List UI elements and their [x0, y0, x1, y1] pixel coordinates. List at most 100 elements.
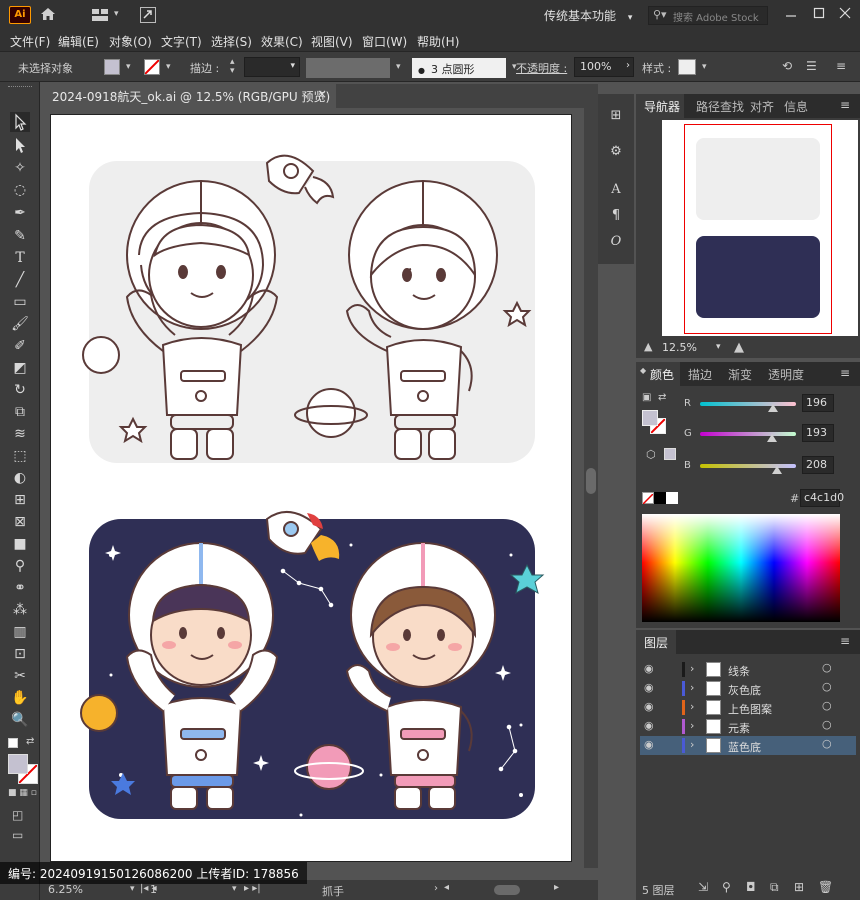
lasso-tool-icon[interactable]: ◌ — [10, 180, 30, 200]
menu-type[interactable]: 文字(T) — [161, 33, 202, 50]
search-input[interactable]: 搜索 Adobe Stock — [673, 9, 759, 24]
chevron-right-icon[interactable]: › — [690, 662, 694, 675]
fill-swatch[interactable] — [104, 59, 120, 75]
tab-color[interactable]: 颜色 — [650, 366, 674, 383]
panel-menu-icon[interactable]: ≡ — [840, 98, 850, 112]
share-icon[interactable] — [140, 7, 156, 23]
new-layer-icon[interactable]: ⊞ — [794, 880, 804, 894]
menu-object[interactable]: 对象(O) — [109, 33, 152, 50]
tab-transparency[interactable]: 透明度 — [768, 366, 804, 383]
tab-navigator[interactable]: 导航器 — [644, 98, 680, 115]
layer-row[interactable]: ◉ › 上色图案 ○ — [640, 698, 856, 717]
tab-align[interactable]: 对齐 — [750, 98, 774, 115]
toolbox-grip[interactable] — [8, 86, 32, 89]
zoom-level[interactable]: 6.25% — [48, 883, 83, 896]
eyedropper-tool-icon[interactable]: ⚲ — [10, 556, 30, 576]
minimize-button[interactable] — [784, 6, 798, 20]
layer-row[interactable]: ◉ › 元素 ○ — [640, 717, 856, 736]
menu-select[interactable]: 选择(S) — [211, 33, 252, 50]
expand-icon[interactable]: ◆ — [640, 366, 646, 375]
canvas[interactable] — [40, 108, 584, 864]
properties-icon[interactable]: ⚙ — [608, 144, 624, 160]
layer-name[interactable]: 线条 — [728, 663, 750, 679]
toolbox-fill-swatch[interactable] — [8, 754, 28, 774]
libraries-icon[interactable]: ⊞ — [608, 108, 624, 124]
scale-tool-icon[interactable]: ⧉ — [10, 402, 30, 422]
red-slider-knob[interactable] — [768, 404, 778, 412]
chevron-down-icon[interactable]: ▾ — [166, 62, 171, 72]
menu-window[interactable]: 窗口(W) — [362, 33, 407, 50]
target-icon[interactable]: ○ — [822, 718, 832, 731]
vertical-scrollbar[interactable] — [584, 108, 598, 868]
layer-row[interactable]: ◉ › 蓝色底 ○ — [640, 736, 856, 755]
zoom-tool-icon[interactable]: 🔍 — [10, 710, 30, 730]
hex-field[interactable]: c4c1d0 — [800, 489, 844, 507]
default-colors-icon[interactable] — [8, 738, 18, 748]
target-icon[interactable]: ○ — [822, 699, 832, 712]
chevron-down-icon[interactable]: ▾ — [716, 342, 721, 352]
tab-layers[interactable]: 图层 — [644, 634, 668, 651]
variable-width-profile[interactable] — [306, 58, 390, 78]
eye-icon[interactable]: ◉ — [644, 719, 654, 732]
chevron-down-icon[interactable]: ▾ — [126, 62, 131, 72]
swap-colors-icon[interactable]: ⇄ — [26, 736, 34, 747]
artboard-number[interactable]: 1 — [150, 883, 157, 896]
eye-icon[interactable]: ◉ — [644, 681, 654, 694]
menu-effect[interactable]: 效果(C) — [261, 33, 303, 50]
panel-fill-swatch[interactable] — [642, 410, 658, 426]
line-tool-icon[interactable]: ╱ — [10, 270, 30, 290]
magic-wand-tool-icon[interactable]: ✧ — [10, 158, 30, 178]
default-colors-icon[interactable]: ▣ — [642, 392, 651, 403]
color-mode-icons[interactable]: ■ ▦ ▫ — [8, 788, 37, 798]
stroke-swatch[interactable] — [144, 59, 160, 75]
blue-value-field[interactable]: 208 — [802, 456, 834, 474]
white-swatch[interactable] — [666, 492, 678, 504]
chevron-right-icon[interactable]: › — [690, 738, 694, 751]
paragraph-icon[interactable]: ¶ — [608, 208, 624, 224]
document-tab[interactable]: 2024-0918航天_ok.ai @ 12.5% (RGB/GPU 预览) × — [40, 84, 336, 108]
column-graph-tool-icon[interactable]: ▥ — [10, 622, 30, 642]
target-icon[interactable]: ○ — [822, 680, 832, 693]
maximize-button[interactable] — [812, 6, 826, 20]
new-sublayer-icon[interactable]: ⧉ — [770, 880, 779, 895]
swap-colors-icon[interactable]: ⇄ — [658, 392, 666, 403]
blue-slider-knob[interactable] — [772, 466, 782, 474]
menu-help[interactable]: 帮助(H) — [417, 33, 459, 50]
align-icon[interactable]: ☰ — [806, 59, 817, 73]
style-swatch[interactable] — [678, 59, 696, 75]
opacity-label[interactable]: 不透明度 : — [516, 60, 567, 76]
target-icon[interactable]: ○ — [822, 661, 832, 674]
workspace-switcher[interactable]: 传统基本功能 ▾ — [544, 7, 632, 24]
panel-menu-icon[interactable]: ≡ — [840, 634, 850, 648]
green-slider-knob[interactable] — [767, 434, 777, 442]
trash-icon[interactable]: 🗑 — [818, 880, 833, 894]
red-slider[interactable] — [700, 402, 796, 406]
black-swatch[interactable] — [654, 492, 666, 504]
symbol-sprayer-tool-icon[interactable]: ⁂ — [10, 600, 30, 620]
layout-icon[interactable] — [92, 9, 108, 21]
curvature-tool-icon[interactable]: ✎ — [10, 226, 30, 246]
direct-selection-tool-icon[interactable] — [10, 135, 30, 155]
stock-search[interactable]: ⚲▾ 搜索 Adobe Stock — [648, 6, 768, 25]
opacity-field[interactable]: 100% › — [574, 57, 634, 77]
type-tool-icon[interactable]: T — [10, 248, 30, 268]
hscroll-thumb[interactable] — [494, 885, 520, 895]
chevron-down-icon[interactable]: ▾ — [114, 9, 119, 19]
hand-tool-icon[interactable]: ✋ — [10, 688, 30, 708]
layer-name[interactable]: 元素 — [728, 720, 750, 736]
tab-info[interactable]: 信息 — [784, 98, 808, 115]
zoom-in-icon[interactable]: ▲ — [734, 340, 744, 355]
locate-object-icon[interactable]: ⚲ — [722, 880, 731, 894]
menu-file[interactable]: 文件(F) — [10, 33, 50, 50]
scrollbar-thumb[interactable] — [586, 468, 596, 494]
chevron-down-icon[interactable]: ▾ — [232, 884, 237, 894]
menu-icon[interactable]: ≡ — [836, 59, 846, 73]
green-slider[interactable] — [700, 432, 796, 436]
stroke-weight-field[interactable]: ▾ — [244, 57, 300, 77]
next-artboard-icon[interactable]: ▸ ▸| — [244, 883, 261, 894]
eraser-tool-icon[interactable]: ◩ — [10, 358, 30, 378]
navigator-preview[interactable] — [662, 120, 858, 336]
shaper-tool-icon[interactable]: ✐ — [10, 336, 30, 356]
red-value-field[interactable]: 196 — [802, 394, 834, 412]
scroll-right-icon[interactable]: ▸ — [554, 882, 559, 893]
